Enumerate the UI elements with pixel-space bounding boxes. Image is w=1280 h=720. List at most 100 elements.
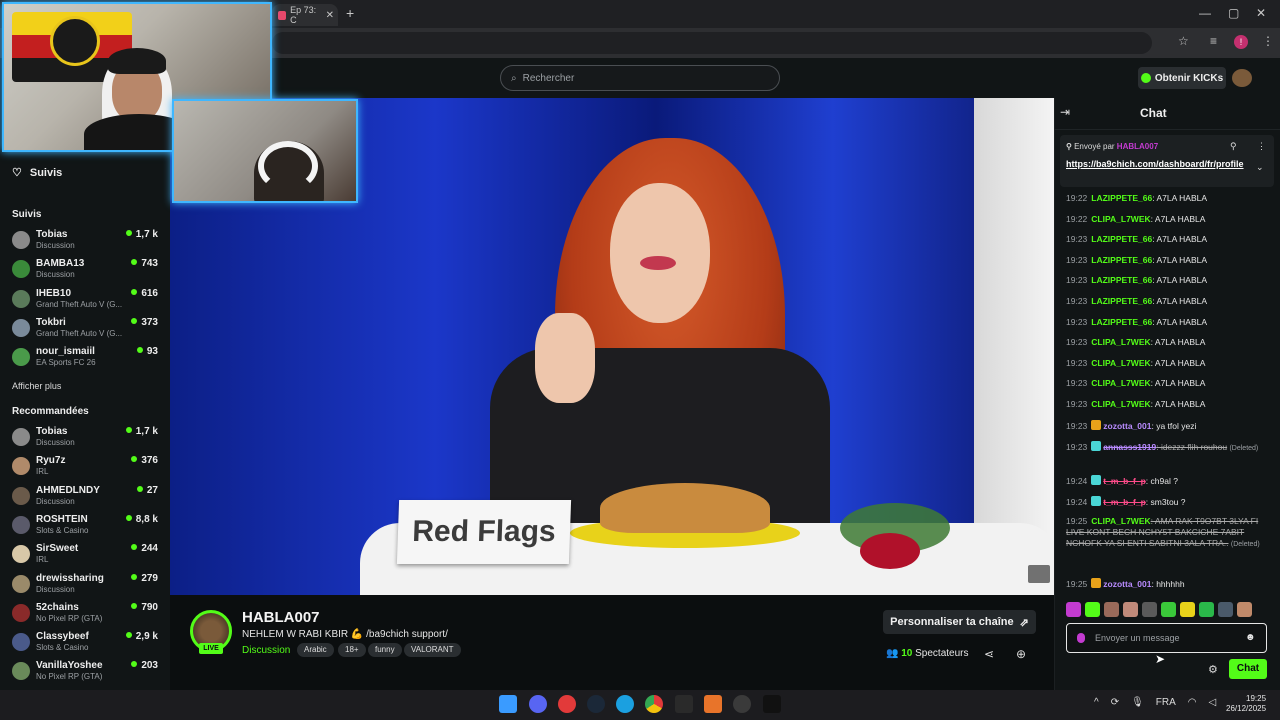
chrome-icon[interactable] (645, 695, 663, 713)
pin-icon: ⚲ (1066, 142, 1072, 151)
channel-avatar (12, 289, 30, 308)
browser-profile-avatar[interactable]: ! (1234, 35, 1248, 49)
viewer-count: 790 (131, 602, 158, 613)
host-hand (535, 313, 595, 403)
subscriber-badge-icon (1091, 441, 1102, 451)
emote-icon[interactable] (1161, 602, 1176, 617)
unpin-icon[interactable]: ⚲ (1230, 141, 1237, 152)
share-icon[interactable]: ⋖ (984, 647, 994, 661)
emote-icon[interactable] (1199, 602, 1214, 617)
app-icon[interactable] (763, 695, 781, 713)
vlc-icon[interactable] (704, 695, 722, 713)
media-controls-icon[interactable]: ≡ (1210, 34, 1217, 48)
chat-message-input[interactable]: Envoyer un message (1066, 623, 1267, 653)
channel-name: VanillaYoshee (36, 660, 103, 672)
sidebar-channel[interactable]: Ryu7z IRL 376 (10, 455, 162, 483)
tag-18plus[interactable]: 18+ (338, 643, 366, 657)
sidebar-channel[interactable]: Tobias Discussion 1,7 k (10, 229, 162, 257)
tab-close-icon[interactable]: ✕ (326, 10, 334, 21)
get-kicks-button[interactable]: Obtenir KICKs (1138, 67, 1226, 89)
emote-icon[interactable] (1142, 602, 1157, 617)
user-avatar[interactable] (1232, 69, 1252, 87)
channel-avatar (12, 603, 30, 622)
chat-message: 19:23 CLIPA_L7WEK: A7LA HABLA (1066, 378, 1206, 389)
sidebar-channel[interactable]: ROSHTEIN Slots & Casino 8,8 k (10, 514, 162, 542)
window-close-button[interactable]: ✕ (1256, 6, 1266, 20)
sidebar-channel[interactable]: AHMEDLNDY Discussion 27 (10, 485, 162, 513)
sidebar-channel[interactable]: Classybeef Slots & Casino 2,9 k (10, 631, 162, 659)
chat-input-placeholder: Envoyer un message (1095, 633, 1180, 643)
search-input[interactable]: ⌕ Rechercher (500, 65, 780, 91)
chevron-down-icon[interactable]: ⌄ (1256, 162, 1264, 173)
viewer-count: 1,7 k (126, 426, 158, 437)
sidebar-channel[interactable]: SirSweet IRL 244 (10, 543, 162, 571)
browser-tab[interactable]: Ep 73: C ✕ (272, 4, 338, 26)
food (600, 483, 770, 533)
window-minimize-button[interactable]: — (1199, 6, 1211, 20)
emote-icon[interactable] (1085, 602, 1100, 617)
sidebar-channel[interactable]: Tobias Discussion 1,7 k (10, 426, 162, 454)
emote-icon[interactable] (1066, 602, 1081, 617)
sidebar-channel[interactable]: BAMBA13 Discussion 743 (10, 258, 162, 286)
address-bar[interactable] (272, 32, 1152, 54)
tray-chevron-icon[interactable]: ^ (1094, 697, 1099, 708)
viewer-count: 1,7 k (126, 229, 158, 240)
channel-name[interactable]: HABLA007 (242, 609, 320, 626)
bookmark-star-icon[interactable]: ☆ (1178, 34, 1189, 48)
emote-icon[interactable] (1237, 602, 1252, 617)
steam-icon[interactable] (587, 695, 605, 713)
sidebar-channel[interactable]: Tokbri Grand Theft Auto V (G... 373 (10, 317, 162, 345)
personalize-channel-button[interactable]: Personnaliser ta chaîne ⇗ (883, 610, 1036, 634)
language-indicator[interactable]: FRA (1156, 697, 1176, 708)
chat-header (1054, 98, 1280, 130)
emote-icon[interactable] (1180, 602, 1195, 617)
category-link[interactable]: Discussion (242, 645, 290, 656)
show-more-link[interactable]: Afficher plus (12, 381, 61, 391)
chat-send-button[interactable]: Chat (1229, 659, 1267, 679)
chat-title: Chat (1140, 106, 1167, 120)
emoji-picker-icon[interactable]: ☻ (1245, 632, 1256, 643)
emote-icon[interactable] (1104, 602, 1119, 617)
sidebar-following-header[interactable]: ♡ Suivis (12, 166, 62, 179)
collapse-chat-icon[interactable]: ⇥ (1060, 105, 1070, 119)
following-section-title: Suivis (12, 209, 42, 220)
kicks-icon (1140, 73, 1151, 83)
sidebar-channel[interactable]: drewissharing Discussion 279 (10, 573, 162, 601)
viewer-count: 203 (131, 660, 158, 671)
volume-icon[interactable]: ◁ (1209, 697, 1217, 708)
chat-settings-gear-icon[interactable]: ⚙ (1208, 663, 1218, 676)
edge-icon[interactable] (616, 695, 634, 713)
app-icon[interactable] (675, 695, 693, 713)
tag-valorant[interactable]: VALORANT (404, 643, 461, 657)
follow-user-icon[interactable]: ⊕ (1016, 647, 1026, 661)
sidebar-channel[interactable]: IHEB10 Grand Theft Auto V (G... 616 (10, 288, 162, 316)
start-menu-icon[interactable] (499, 695, 517, 713)
tab-favicon-icon (278, 10, 287, 20)
video-overlay-button[interactable] (1028, 565, 1050, 583)
browser-menu-icon[interactable]: ⋮ (1262, 34, 1274, 48)
window-maximize-button[interactable]: ▢ (1228, 6, 1239, 20)
mouse-cursor-icon: ➤ (1155, 652, 1166, 666)
app-icon[interactable] (558, 695, 576, 713)
emote-icon[interactable] (1123, 602, 1138, 617)
microphone-tray-icon[interactable]: 🎙 (1131, 697, 1144, 708)
channel-name: BAMBA13 (36, 258, 85, 270)
discord-icon[interactable] (529, 695, 547, 713)
wifi-icon[interactable]: ◠ (1188, 697, 1197, 708)
sidebar-channel[interactable]: nour_ismaiil EA Sports FC 26 93 (10, 346, 162, 374)
tag-funny[interactable]: funny (368, 643, 402, 657)
new-tab-button[interactable]: + (346, 5, 354, 21)
pinned-link[interactable]: https://ba9chich.com/dashboard/fr/profil… (1066, 158, 1250, 170)
tray-app-icon[interactable]: ⟳ (1111, 697, 1119, 708)
chat-message: 19:23 LAZIPPETE_66: A7LA HABLA (1066, 296, 1208, 306)
sidebar-channel[interactable]: VanillaYoshee No Pixel RP (GTA) 203 (10, 660, 162, 688)
channel-avatar (12, 486, 30, 505)
chat-message: 19:23 zozotta_001: ya tfol yezi (1066, 419, 1197, 431)
emote-icon[interactable] (1218, 602, 1233, 617)
sidebar-channel[interactable]: 52chains No Pixel RP (GTA) 790 (10, 602, 162, 630)
viewer-count: 93 (137, 346, 158, 357)
app-icon[interactable] (733, 695, 751, 713)
tag-arabic[interactable]: Arabic (297, 643, 334, 657)
pinned-menu-icon[interactable]: ⋮ (1257, 141, 1266, 152)
system-clock[interactable]: 19:25 26/12/2025 (1226, 694, 1266, 714)
